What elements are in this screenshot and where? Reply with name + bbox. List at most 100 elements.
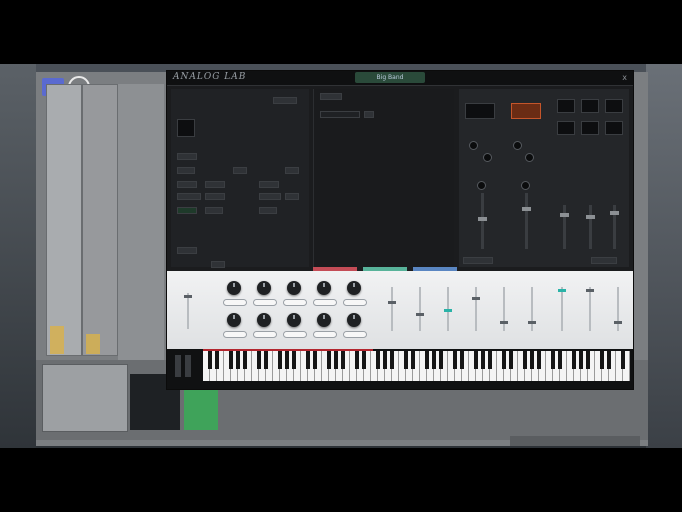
slider-track[interactable] bbox=[617, 287, 619, 331]
module-display-active[interactable] bbox=[511, 103, 541, 119]
macro-knob-7[interactable] bbox=[257, 313, 271, 327]
filter-button[interactable] bbox=[233, 167, 247, 174]
black-key[interactable] bbox=[208, 351, 212, 369]
black-key[interactable] bbox=[551, 351, 555, 369]
daw-track-strip[interactable] bbox=[82, 84, 118, 356]
module-knob[interactable] bbox=[477, 181, 486, 190]
black-key[interactable] bbox=[285, 351, 289, 369]
filter-button[interactable] bbox=[177, 181, 197, 188]
macro-knob-3[interactable] bbox=[287, 281, 301, 295]
slider-track[interactable] bbox=[531, 287, 533, 331]
fader-cap[interactable] bbox=[522, 207, 531, 211]
preset-name-display[interactable]: Big Band bbox=[355, 72, 425, 83]
black-key[interactable] bbox=[523, 351, 527, 369]
filter-button[interactable] bbox=[205, 207, 223, 214]
black-key[interactable] bbox=[278, 351, 282, 369]
filter-button[interactable] bbox=[259, 181, 279, 188]
macro-label-9[interactable] bbox=[313, 331, 337, 338]
daw-transport-bar[interactable] bbox=[510, 436, 640, 446]
sound-thumbnail[interactable] bbox=[177, 119, 195, 137]
slider-track[interactable] bbox=[475, 287, 477, 331]
module-fader[interactable] bbox=[563, 205, 566, 249]
fader-cap[interactable] bbox=[586, 215, 595, 219]
module-knob[interactable] bbox=[521, 181, 530, 190]
daw-clip-green[interactable] bbox=[184, 390, 218, 430]
black-key[interactable] bbox=[215, 351, 219, 369]
slider-cap[interactable] bbox=[416, 313, 424, 316]
module-pad[interactable] bbox=[605, 99, 623, 113]
macro-knob-9[interactable] bbox=[317, 313, 331, 327]
slider-cap[interactable] bbox=[558, 289, 566, 292]
black-key[interactable] bbox=[334, 351, 338, 369]
filter-button[interactable] bbox=[177, 207, 197, 214]
module-fader[interactable] bbox=[481, 193, 484, 249]
filter-button[interactable] bbox=[177, 167, 195, 174]
preset-list-panel[interactable] bbox=[313, 89, 454, 267]
module-pad[interactable] bbox=[557, 121, 575, 135]
filter-button[interactable] bbox=[177, 153, 197, 160]
slider-cap[interactable] bbox=[586, 289, 594, 292]
module-knob[interactable] bbox=[525, 153, 534, 162]
black-key[interactable] bbox=[341, 351, 345, 369]
module-button[interactable] bbox=[591, 257, 617, 264]
black-key[interactable] bbox=[292, 351, 296, 369]
slider-track[interactable] bbox=[589, 287, 591, 331]
black-key[interactable] bbox=[586, 351, 590, 369]
black-key[interactable] bbox=[439, 351, 443, 369]
slider-track[interactable] bbox=[419, 287, 421, 331]
black-key[interactable] bbox=[600, 351, 604, 369]
black-key[interactable] bbox=[327, 351, 331, 369]
black-key[interactable] bbox=[579, 351, 583, 369]
black-key[interactable] bbox=[229, 351, 233, 369]
black-key[interactable] bbox=[558, 351, 562, 369]
filter-button[interactable] bbox=[285, 193, 299, 200]
fader-cap[interactable] bbox=[610, 211, 619, 215]
black-key[interactable] bbox=[355, 351, 359, 369]
module-pad[interactable] bbox=[605, 121, 623, 135]
daw-track-strip[interactable] bbox=[46, 84, 82, 356]
slider-cap[interactable] bbox=[500, 321, 508, 324]
module-knob[interactable] bbox=[483, 153, 492, 162]
slider-track[interactable] bbox=[503, 287, 505, 331]
slider-track[interactable] bbox=[561, 287, 563, 331]
black-key[interactable] bbox=[474, 351, 478, 369]
macro-knob-4[interactable] bbox=[317, 281, 331, 295]
module-button[interactable] bbox=[463, 257, 493, 264]
macro-label-5[interactable] bbox=[343, 299, 367, 306]
black-key[interactable] bbox=[460, 351, 464, 369]
daw-device-panel[interactable] bbox=[42, 364, 128, 432]
module-pad[interactable] bbox=[581, 121, 599, 135]
macro-knob-10[interactable] bbox=[347, 313, 361, 327]
black-key[interactable] bbox=[621, 351, 625, 369]
module-pad[interactable] bbox=[557, 99, 575, 113]
macro-label-4[interactable] bbox=[313, 299, 337, 306]
black-key[interactable] bbox=[572, 351, 576, 369]
black-key[interactable] bbox=[488, 351, 492, 369]
black-key[interactable] bbox=[362, 351, 366, 369]
black-key[interactable] bbox=[509, 351, 513, 369]
black-key[interactable] bbox=[453, 351, 457, 369]
filter-button[interactable] bbox=[205, 193, 225, 200]
slider-cap[interactable] bbox=[472, 297, 480, 300]
black-key[interactable] bbox=[236, 351, 240, 369]
favorite-icon[interactable] bbox=[364, 111, 374, 118]
black-key[interactable] bbox=[404, 351, 408, 369]
macro-label-1[interactable] bbox=[223, 299, 247, 306]
panel-button[interactable] bbox=[273, 97, 297, 104]
module-fader[interactable] bbox=[525, 193, 528, 249]
black-key[interactable] bbox=[243, 351, 247, 369]
macro-knob-2[interactable] bbox=[257, 281, 271, 295]
macro-label-10[interactable] bbox=[343, 331, 367, 338]
macro-knob-6[interactable] bbox=[227, 313, 241, 327]
module-pad[interactable] bbox=[581, 99, 599, 113]
macro-knob-5[interactable] bbox=[347, 281, 361, 295]
fader-cap[interactable] bbox=[560, 213, 569, 217]
black-key[interactable] bbox=[425, 351, 429, 369]
black-key[interactable] bbox=[502, 351, 506, 369]
black-key[interactable] bbox=[376, 351, 380, 369]
mod-wheel[interactable] bbox=[185, 355, 191, 377]
slider-cap[interactable] bbox=[388, 301, 396, 304]
slider-cap[interactable] bbox=[614, 321, 622, 324]
macro-knob-1[interactable] bbox=[227, 281, 241, 295]
macro-knob-8[interactable] bbox=[287, 313, 301, 327]
